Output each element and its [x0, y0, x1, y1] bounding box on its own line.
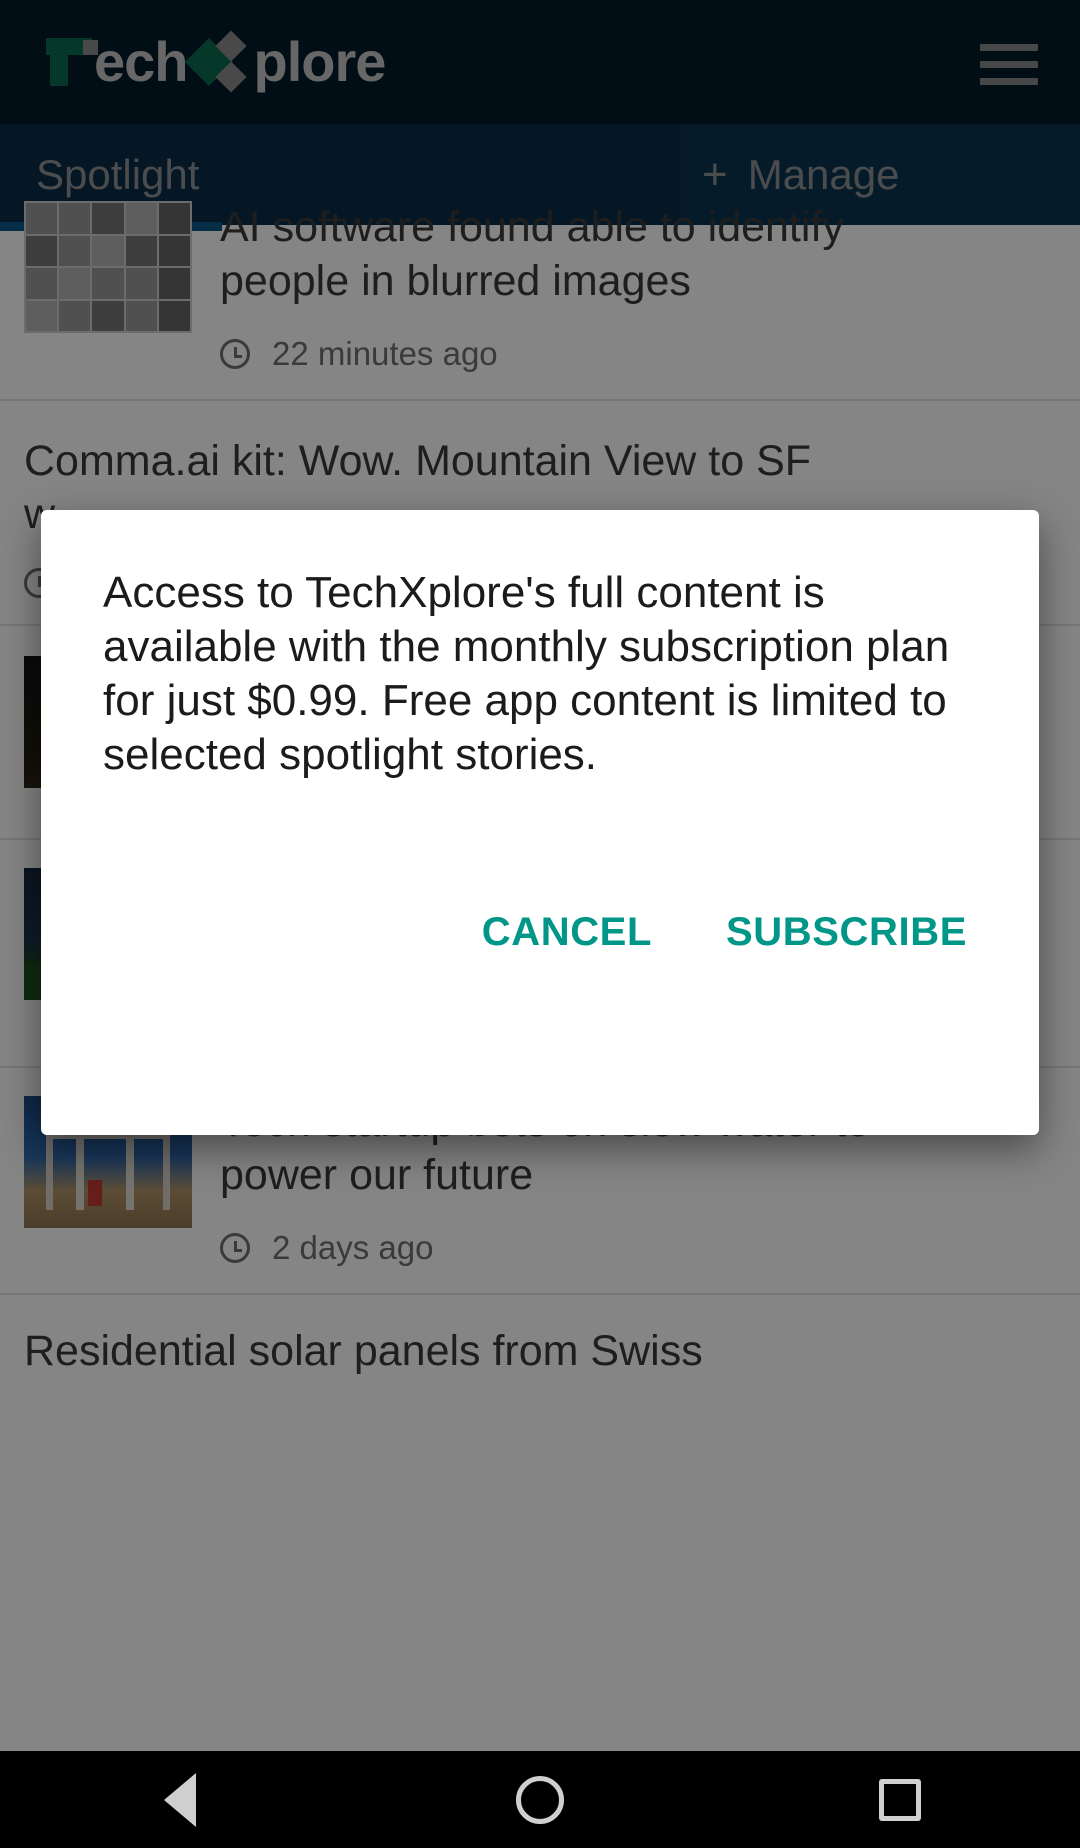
clock-icon: [220, 338, 250, 369]
hamburger-menu-icon[interactable]: [980, 44, 1038, 85]
list-item[interactable]: AI software found able to identify peopl…: [0, 179, 1080, 401]
app-logo[interactable]: ech plore: [46, 30, 387, 94]
home-circle-icon[interactable]: [470, 1751, 610, 1848]
article-meta: 2 days ago: [220, 1229, 1056, 1267]
list-item[interactable]: Residential solar panels from Swiss: [0, 1295, 1080, 1483]
app-header: ech plore: [0, 0, 1080, 124]
phone-screen: ech plore Spotlight + Manage AI software…: [0, 0, 1080, 1848]
clock-icon: [220, 1233, 250, 1263]
logo-text-plore: plore: [253, 30, 387, 93]
article-title: Comma.ai kit: Wow. Mountain View to SF: [24, 436, 812, 485]
subscribe-button[interactable]: SUBSCRIBE: [710, 898, 983, 967]
article-title-line2: people in blurred images: [220, 256, 691, 305]
cancel-button[interactable]: CANCEL: [466, 898, 668, 967]
logo-x-mark: [184, 30, 252, 93]
back-triangle-icon[interactable]: [110, 1751, 250, 1848]
logo-text-ech: ech: [94, 30, 188, 93]
article-title: AI software found able to identify: [220, 203, 844, 251]
article-title: Residential solar panels from Swiss: [24, 1327, 703, 1375]
android-navigation-bar: [0, 1751, 1080, 1848]
recents-square-icon[interactable]: [830, 1751, 970, 1848]
article-time: 2 days ago: [272, 1229, 434, 1266]
article-time: 22 minutes ago: [272, 334, 498, 372]
logo-t-mark: [46, 38, 98, 86]
article-title-line2: power our future: [220, 1151, 534, 1200]
article-thumbnail: [24, 201, 192, 333]
dialog-message: Access to TechXplore's full content is a…: [103, 568, 950, 780]
subscription-dialog: Access to TechXplore's full content is a…: [41, 510, 1039, 1135]
dialog-actions: CANCEL SUBSCRIBE: [466, 898, 983, 967]
article-body: Residential solar panels from Swiss: [24, 1325, 1056, 1457]
article-body: AI software found able to identify peopl…: [220, 201, 1056, 373]
article-meta: 22 minutes ago: [220, 335, 1056, 373]
